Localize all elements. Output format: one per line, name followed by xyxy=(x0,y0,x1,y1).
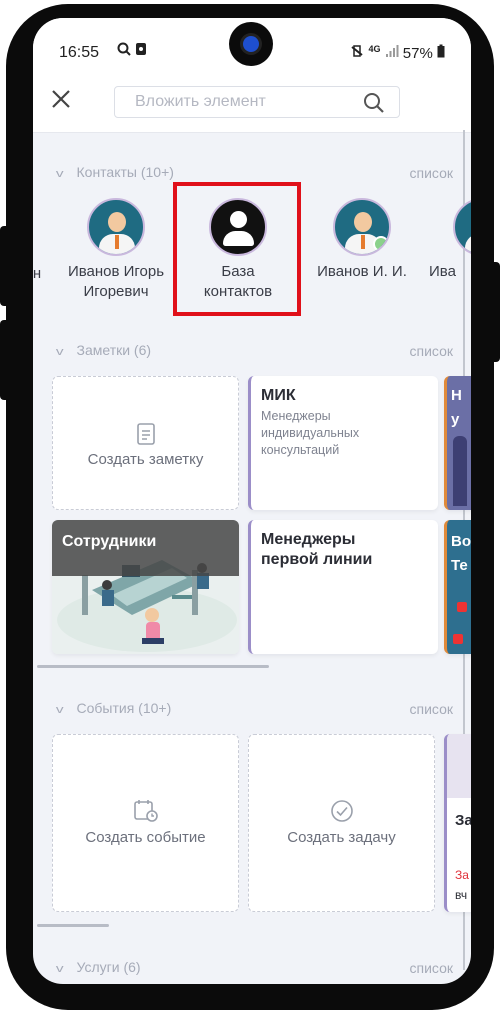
contact-name: Ива xyxy=(429,263,456,280)
note-card-image[interactable]: Сотрудники xyxy=(52,520,239,654)
create-task-label: Создать задачу xyxy=(287,829,396,846)
services-header-label: Услуги (6) xyxy=(76,959,141,975)
search-placeholder: Вложить элемент xyxy=(135,93,266,110)
contact-partial-left[interactable]: н xyxy=(33,264,47,284)
note-card-partial[interactable]: Во Те xyxy=(444,520,471,654)
status-bar: 16:55 4G 57% xyxy=(33,18,471,74)
online-status-icon xyxy=(373,236,389,252)
note-subtitle: Менеджеры индивидуальных консультаций xyxy=(261,409,360,457)
check-circle-icon xyxy=(330,799,354,828)
contact-item[interactable]: Иванов Игорь Игоревич xyxy=(53,198,179,302)
event-partial-line3: вч xyxy=(455,888,468,902)
contact-item[interactable]: Иванов И. И. xyxy=(305,198,419,282)
services-header[interactable]: v Услуги (6) xyxy=(55,959,141,975)
note-card-partial[interactable]: Н у xyxy=(444,376,471,510)
avatar xyxy=(87,198,145,256)
events-scrollbar[interactable] xyxy=(37,924,109,927)
create-event-label: Создать событие xyxy=(85,829,206,846)
note-partial-text: Н у xyxy=(451,387,462,428)
note-title: Менеджеры первой линии xyxy=(261,531,373,568)
status-time: 16:55 xyxy=(59,44,100,61)
note-card[interactable]: Менеджеры первой линии xyxy=(248,520,438,654)
create-event-button[interactable]: Создать событие xyxy=(52,734,239,912)
note-icon xyxy=(136,423,156,450)
notification-icon xyxy=(135,43,146,55)
battery-icon xyxy=(437,44,445,58)
notes-list-link[interactable]: список xyxy=(410,343,453,359)
phone-side-button xyxy=(490,262,500,362)
note-card[interactable]: МИК Менеджеры индивидуальных консультаци… xyxy=(248,376,438,510)
notes-header[interactable]: v Заметки (6) xyxy=(55,342,152,358)
avatar xyxy=(333,198,391,256)
front-camera xyxy=(229,22,273,66)
close-icon[interactable] xyxy=(51,88,71,116)
contacts-header-label: Контакты (10+) xyxy=(76,164,174,180)
events-header-label: События (10+) xyxy=(76,700,172,716)
note-title: Сотрудники xyxy=(62,533,157,550)
top-bar: Вложить элемент xyxy=(33,74,471,133)
phone-side-button xyxy=(0,226,10,306)
events-header[interactable]: v События (10+) xyxy=(55,700,172,716)
notes-header-label: Заметки (6) xyxy=(76,342,152,358)
chevron-down-icon: v xyxy=(55,168,64,180)
create-note-button[interactable]: Создать заметку xyxy=(52,376,239,510)
avatar xyxy=(453,198,471,256)
search-icon[interactable] xyxy=(363,92,385,119)
network-type: 4G xyxy=(368,44,381,54)
note-title: МИК xyxy=(261,387,296,404)
search-input[interactable]: Вложить элемент xyxy=(114,86,400,118)
calendar-clock-icon xyxy=(133,799,159,828)
screen: 16:55 4G 57% Вложить элемент v Контакты (… xyxy=(33,18,471,984)
events-list-link[interactable]: список xyxy=(410,701,453,717)
highlight-frame xyxy=(173,182,301,316)
services-list-link[interactable]: список xyxy=(410,960,453,976)
contacts-header[interactable]: v Контакты (10+) xyxy=(55,164,174,180)
chevron-down-icon: v xyxy=(55,704,64,716)
search-status-icon xyxy=(117,42,131,56)
event-partial-line2: За xyxy=(455,868,469,882)
event-partial-line1: За xyxy=(455,812,471,829)
status-right: 4G 57% xyxy=(350,44,445,62)
phone-side-button xyxy=(0,320,10,400)
mute-vibrate-icon xyxy=(351,45,363,57)
contacts-list-link[interactable]: список xyxy=(410,165,453,181)
signal-icon xyxy=(385,45,399,57)
notes-scrollbar[interactable] xyxy=(37,665,269,668)
contact-item[interactable]: Ива xyxy=(429,198,471,282)
contact-name: Иванов И. И. xyxy=(317,263,407,280)
contact-name: Иванов Игорь Игоревич xyxy=(67,263,165,300)
battery-percent: 57% xyxy=(402,45,433,62)
chevron-down-icon: v xyxy=(55,346,64,358)
create-task-button[interactable]: Создать задачу xyxy=(248,734,435,912)
create-note-label: Создать заметку xyxy=(87,451,204,468)
event-card-partial[interactable]: За За вч xyxy=(444,734,471,912)
chevron-down-icon: v xyxy=(55,963,64,975)
status-icons xyxy=(117,42,147,59)
note-partial-text: Во Те xyxy=(451,533,471,574)
